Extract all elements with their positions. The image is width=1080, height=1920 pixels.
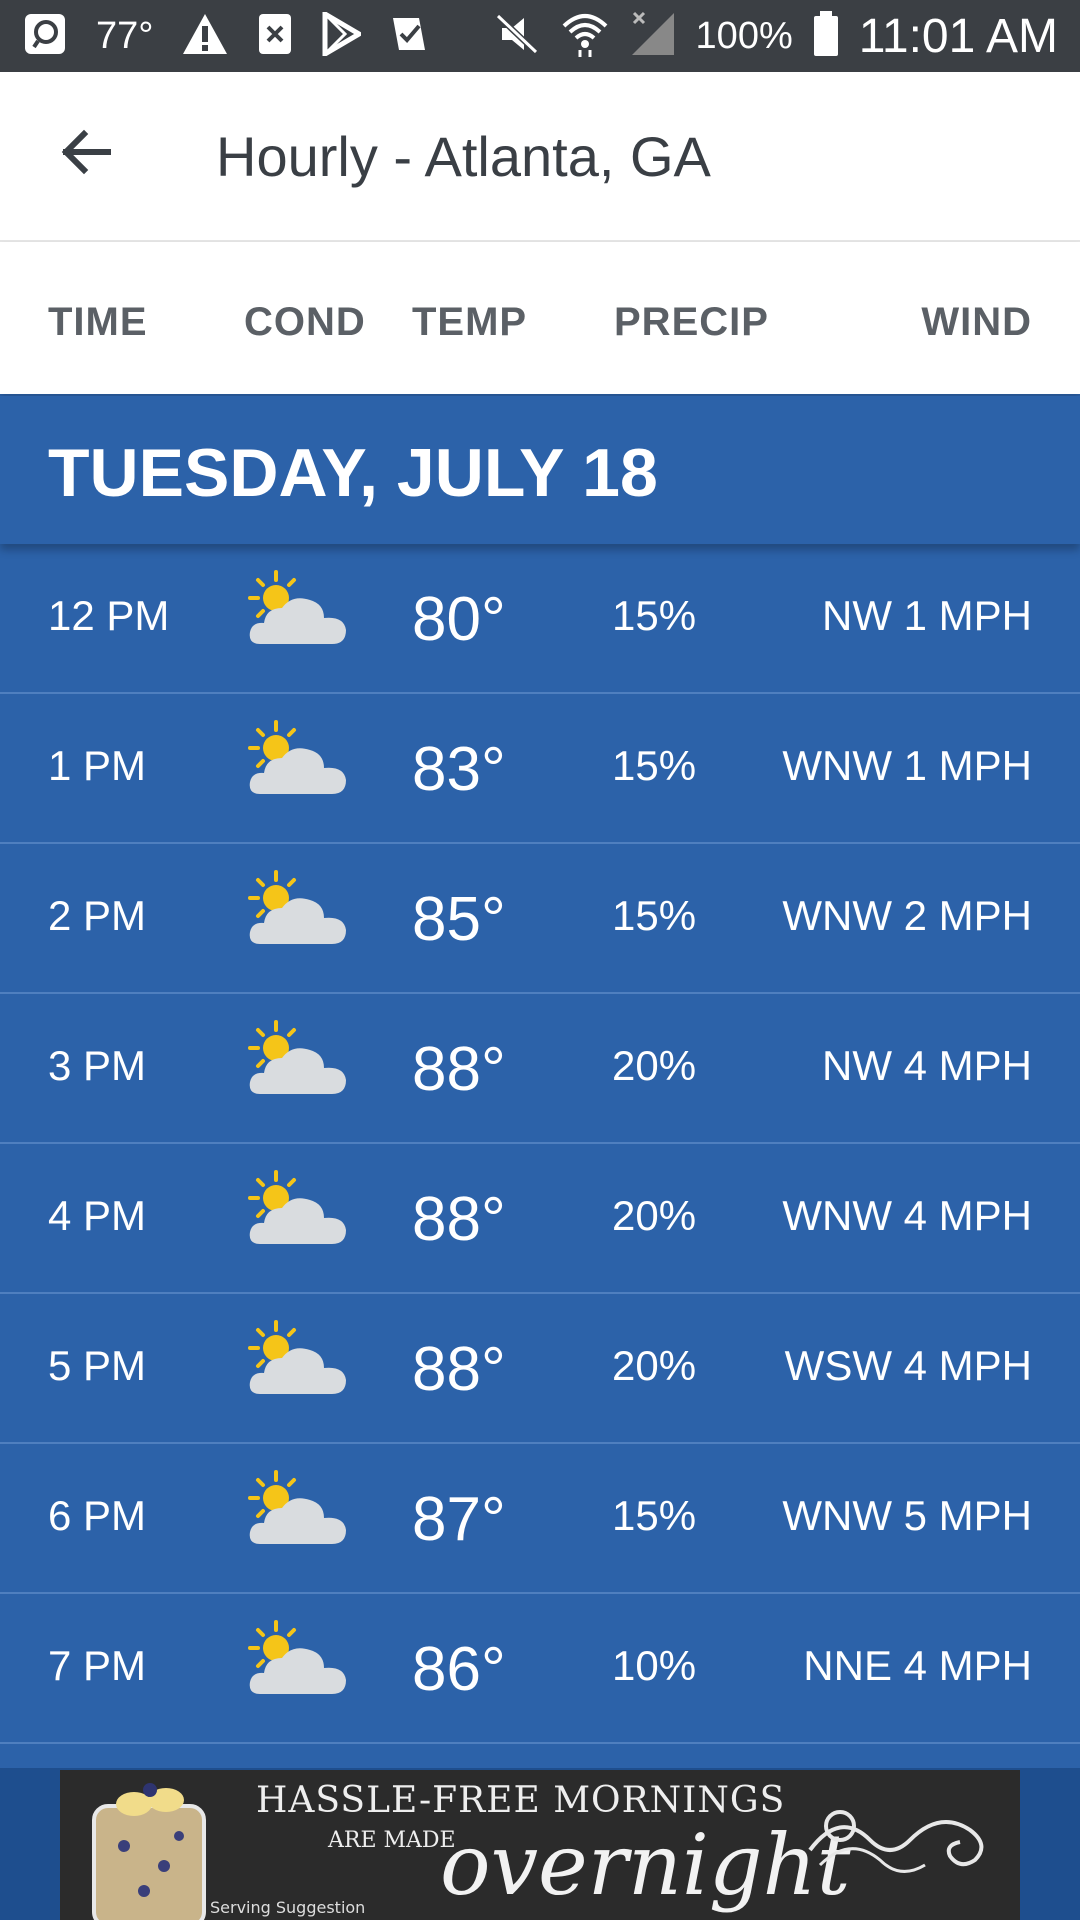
- page-title: Hourly - Atlanta, GA: [216, 125, 711, 188]
- hourly-row[interactable]: 1 PM 83° 15% WNW 1 MPH: [0, 694, 1080, 844]
- hour-temp: 85°: [412, 885, 506, 954]
- ad-script-word: overnight: [440, 1816, 851, 1914]
- hour-precip: 15%: [612, 742, 697, 789]
- hour-precip: 15%: [612, 592, 697, 639]
- hourly-row[interactable]: 6 PM 87° 15% WNW 5 MPH: [0, 1444, 1080, 1594]
- hour-wind: WNW 1 MPH: [782, 742, 1032, 789]
- hourly-row[interactable]: 7 PM 86° 10% NNE 4 MPH: [0, 1594, 1080, 1744]
- play-store-icon: [321, 9, 365, 61]
- partly-cloudy-icon: [246, 868, 350, 952]
- battery-icon: [813, 10, 839, 62]
- wifi-icon: [560, 10, 610, 63]
- partly-cloudy-icon: [246, 1318, 350, 1402]
- partly-cloudy-icon: [246, 718, 350, 802]
- hour-temp: 88°: [412, 1185, 506, 1254]
- close-box-icon: [257, 12, 293, 61]
- hour-wind: NNE 4 MPH: [803, 1642, 1032, 1689]
- task-check-icon: [389, 12, 429, 61]
- app-bar: Hourly - Atlanta, GA: [0, 72, 1080, 242]
- hour-precip: 15%: [612, 892, 697, 939]
- hourly-row[interactable]: 3 PM 88° 20% NW 4 MPH: [0, 994, 1080, 1144]
- oats-jar-image: [74, 1776, 224, 1920]
- arrow-left-icon[interactable]: [56, 122, 116, 182]
- column-header-precip: PRECIP: [614, 300, 769, 344]
- hour-precip: 15%: [612, 1492, 697, 1539]
- column-header-temp: TEMP: [412, 300, 528, 344]
- hourly-row[interactable]: 12 PM 80° 15% NW 1 MPH: [0, 544, 1080, 694]
- hour-wind: WSW 4 MPH: [784, 1342, 1032, 1389]
- swirl-decoration: [800, 1790, 1000, 1900]
- hour-precip: 20%: [612, 1042, 697, 1089]
- ad-subline: ARE MADE: [328, 1828, 456, 1853]
- hour-time: 2 PM: [48, 892, 147, 939]
- hour-temp: 88°: [412, 1335, 506, 1404]
- status-left-icons: 77°: [22, 9, 429, 62]
- hour-temp: 88°: [412, 1035, 506, 1104]
- ad-disclaimer: Serving Suggestion: [210, 1898, 366, 1917]
- partly-cloudy-icon: [246, 1168, 350, 1252]
- column-headers: TIME COND TEMP PRECIP WIND: [0, 242, 1080, 394]
- hour-time: 5 PM: [48, 1342, 147, 1389]
- partly-cloudy-icon: [246, 1618, 350, 1702]
- hour-time: 7 PM: [48, 1642, 147, 1689]
- hourly-list: 12 PM 80° 15% NW 1 MPH 1 PM 83° 15% WNW …: [0, 544, 1080, 1744]
- ad-creative[interactable]: HASSLE-FREE MORNINGS ARE MADE overnight …: [60, 1770, 1020, 1920]
- hour-temp: 80°: [412, 585, 506, 654]
- hour-precip: 20%: [612, 1342, 697, 1389]
- messaging-icon: [22, 11, 68, 62]
- ad-banner[interactable]: HASSLE-FREE MORNINGS ARE MADE overnight …: [0, 1768, 1080, 1920]
- hour-wind: NW 4 MPH: [822, 1042, 1032, 1089]
- status-temperature: 77°: [96, 14, 154, 57]
- hour-temp: 86°: [412, 1635, 506, 1704]
- hour-precip: 20%: [612, 1192, 697, 1239]
- hour-wind: WNW 5 MPH: [782, 1492, 1032, 1539]
- hourly-row[interactable]: 5 PM 88° 20% WSW 4 MPH: [0, 1294, 1080, 1444]
- signal-icon: [630, 11, 676, 62]
- hour-time: 6 PM: [48, 1492, 147, 1539]
- battery-percentage: 100%: [695, 14, 793, 57]
- day-header-label: TUESDAY, JULY 18: [48, 435, 658, 511]
- ad-headline: HASSLE-FREE MORNINGS: [256, 1780, 786, 1821]
- hour-time: 3 PM: [48, 1042, 147, 1089]
- hour-temp: 87°: [412, 1485, 506, 1554]
- column-header-cond: COND: [244, 300, 366, 344]
- hour-time: 4 PM: [48, 1192, 147, 1239]
- hour-time: 1 PM: [48, 742, 147, 789]
- partly-cloudy-icon: [246, 1468, 350, 1552]
- hourly-row[interactable]: 2 PM 85° 15% WNW 2 MPH: [0, 844, 1080, 994]
- hour-wind: WNW 4 MPH: [782, 1192, 1032, 1239]
- status-bar: 77° 100% 11:01 AM: [0, 0, 1080, 72]
- column-header-time: TIME: [48, 300, 148, 344]
- day-header: TUESDAY, JULY 18: [0, 396, 1080, 544]
- status-right-icons: 100% 11:01 AM: [494, 9, 1058, 63]
- partly-cloudy-icon: [246, 1018, 350, 1102]
- partly-cloudy-icon: [246, 568, 350, 652]
- warning-icon: [181, 12, 229, 61]
- hourly-row[interactable]: 4 PM 88° 20% WNW 4 MPH: [0, 1144, 1080, 1294]
- hour-temp: 83°: [412, 735, 506, 804]
- hour-time: 12 PM: [48, 592, 170, 639]
- mute-icon: [494, 12, 540, 61]
- hour-wind: WNW 2 MPH: [782, 892, 1032, 939]
- status-time: 11:01 AM: [858, 9, 1058, 63]
- hour-wind: NW 1 MPH: [822, 592, 1032, 639]
- hour-precip: 10%: [612, 1642, 697, 1689]
- column-header-wind: WIND: [921, 300, 1032, 344]
